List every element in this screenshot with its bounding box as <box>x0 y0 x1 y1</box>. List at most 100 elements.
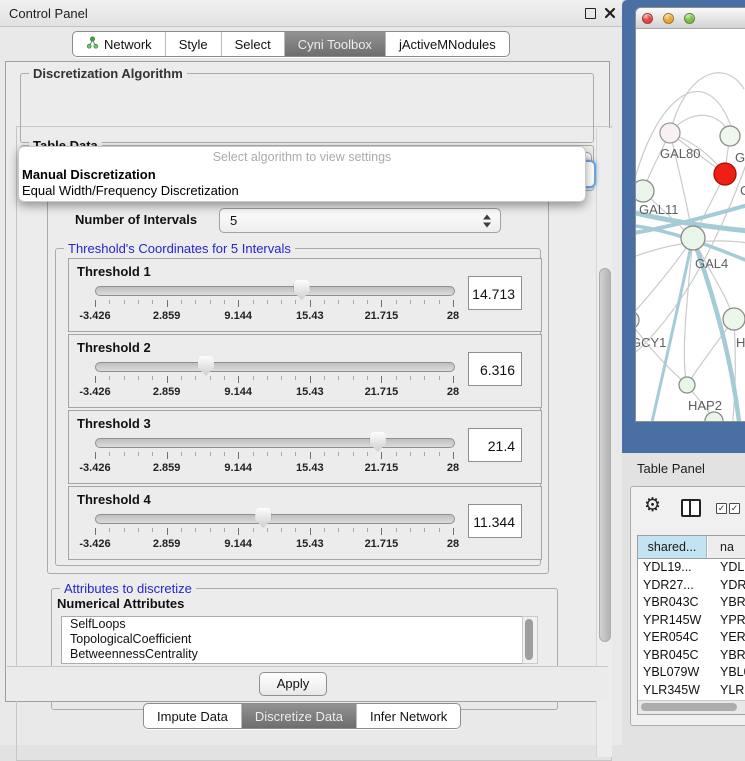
slider-track[interactable] <box>95 438 455 448</box>
threshold-panel-1: Threshold 1-3.4262.8599.14415.4321.71528… <box>68 258 542 332</box>
table-row[interactable]: YPR145WYPR1 <box>638 612 745 630</box>
table-row[interactable]: YER054CYER0 <box>638 629 745 647</box>
discretization-algorithm-group-title: Discretization Algorithm <box>29 66 187 81</box>
network-node[interactable] <box>679 377 695 393</box>
tab-label: jActiveMNodules <box>399 37 496 52</box>
tab-discretize-data[interactable]: Discretize Data <box>241 704 356 728</box>
popup-option-2[interactable]: Equal Width/Frequency Discretization <box>22 183 239 198</box>
slider-tick <box>210 452 211 456</box>
slider-track[interactable] <box>95 286 455 296</box>
network-window: GAL80GACGAL11GAL4GCY1HHAP2 <box>635 7 745 422</box>
scrollbar-thumb[interactable] <box>641 703 737 711</box>
slider-tick-label: 21.715 <box>365 386 399 398</box>
numerical-attributes-list[interactable]: SelfLoopsTopologicalCoefficientBetweenne… <box>61 616 523 664</box>
network-canvas[interactable]: GAL80GACGAL11GAL4GCY1HHAP2 <box>636 29 745 421</box>
cell-shared-name: YER054C <box>643 629 699 647</box>
slider-thumb[interactable] <box>370 432 386 452</box>
split-columns-icon[interactable] <box>681 499 701 517</box>
slider-tick <box>109 300 110 304</box>
slider-tick-label: -3.426 <box>79 310 110 322</box>
zoom-traffic-light[interactable] <box>684 13 695 24</box>
slider-tick <box>109 528 110 532</box>
checkbox-icon[interactable]: ✓ <box>716 503 727 514</box>
network-node-label: HAP2 <box>688 398 722 413</box>
tab-cyni-toolbox[interactable]: Cyni Toolbox <box>284 32 385 56</box>
slider-thumb[interactable] <box>294 280 310 300</box>
number-of-intervals-combobox[interactable]: 5 <box>219 208 501 233</box>
slider-tick <box>124 376 125 380</box>
table-row[interactable]: YBR045CYBR0 <box>638 647 745 665</box>
slider-tick <box>310 452 311 459</box>
float-window-icon[interactable] <box>585 8 596 19</box>
network-window-titlebar[interactable] <box>636 8 745 29</box>
table-row[interactable]: YBL079WYBL0 <box>638 664 745 682</box>
network-node-label: GA <box>735 150 745 165</box>
slider-tick <box>367 452 368 456</box>
slider-tick <box>324 452 325 456</box>
slider-tick <box>224 300 225 304</box>
threshold-label: Threshold 3 <box>77 416 151 431</box>
apply-button[interactable]: Apply <box>259 672 327 696</box>
network-node[interactable] <box>636 180 654 202</box>
network-node[interactable] <box>723 308 745 330</box>
network-node[interactable] <box>681 226 705 250</box>
tab-infer-network[interactable]: Infer Network <box>356 704 460 728</box>
slider-thumb[interactable] <box>255 508 271 528</box>
threshold-label: Threshold 2 <box>77 340 151 355</box>
close-traffic-light[interactable] <box>642 13 653 24</box>
slider-tick <box>396 300 397 304</box>
slider-tick <box>310 528 311 535</box>
close-icon[interactable] <box>604 7 616 19</box>
threshold-label: Threshold 4 <box>77 492 151 507</box>
slider-tick <box>353 452 354 456</box>
network-node[interactable] <box>720 126 740 146</box>
settings-scrollbar[interactable] <box>596 128 612 757</box>
table-row[interactable]: YBR043CYBR0 <box>638 594 745 612</box>
network-node[interactable] <box>705 412 723 421</box>
slider-tick <box>424 528 425 532</box>
threshold-value-field[interactable]: 14.713 <box>468 276 522 310</box>
scrollbar-thumb[interactable] <box>599 268 611 642</box>
slider-tick <box>410 452 411 456</box>
table-row[interactable]: YLR345WYLR3 <box>638 682 745 700</box>
attribute-list-item[interactable]: BetweennessCentrality <box>62 647 522 662</box>
tab-style[interactable]: Style <box>165 32 221 56</box>
attribute-list-item[interactable]: TopologicalCoefficient <box>62 632 522 647</box>
network-node-label: GCY1 <box>636 335 666 350</box>
slider-tick <box>367 376 368 380</box>
slider-track[interactable] <box>95 362 455 372</box>
gear-icon[interactable]: ⚙ <box>644 496 661 515</box>
slider-track[interactable] <box>95 514 455 524</box>
checkbox-icon[interactable]: ✓ <box>729 503 740 514</box>
network-node[interactable] <box>714 163 736 185</box>
slider-tick <box>210 528 211 532</box>
slider-tick <box>324 300 325 304</box>
tab-jactivemnodules[interactable]: jActiveMNodules <box>385 32 509 56</box>
slider-tick-label: 9.144 <box>224 462 252 474</box>
network-edge[interactable] <box>670 73 744 133</box>
column-header-name[interactable]: na <box>708 536 745 558</box>
slider-tick <box>95 528 96 535</box>
table-row[interactable]: YDL19...YDL1 <box>638 559 745 577</box>
threshold-value-field[interactable]: 6.316 <box>468 352 522 386</box>
table-horizontal-scrollbar[interactable] <box>638 700 745 714</box>
tab-impute-data[interactable]: Impute Data <box>144 704 241 728</box>
network-node[interactable] <box>660 123 680 143</box>
attribute-list-item[interactable]: SelfLoops <box>62 617 522 632</box>
threshold-value-field[interactable]: 21.4 <box>468 428 522 462</box>
slider-tick <box>424 300 425 304</box>
table-row[interactable]: YDR27...YDR2 <box>638 577 745 595</box>
tab-select[interactable]: Select <box>221 32 284 56</box>
network-window-frame: GAL80GACGAL11GAL4GCY1HHAP2 <box>622 0 745 453</box>
column-header-shared-name[interactable]: shared... <box>638 536 707 558</box>
threshold-value-field[interactable]: 11.344 <box>468 504 522 538</box>
tab-network[interactable]: Network <box>73 32 165 56</box>
minimize-traffic-light[interactable] <box>663 13 674 24</box>
slider-tick <box>353 528 354 532</box>
slider-thumb[interactable] <box>198 356 214 376</box>
scrollbar-thumb[interactable] <box>525 619 533 660</box>
attributes-list-scrollbar[interactable] <box>522 616 538 664</box>
popup-option-1[interactable]: Manual Discretization <box>22 167 156 182</box>
network-node[interactable] <box>636 311 639 329</box>
slider-tick <box>396 376 397 380</box>
